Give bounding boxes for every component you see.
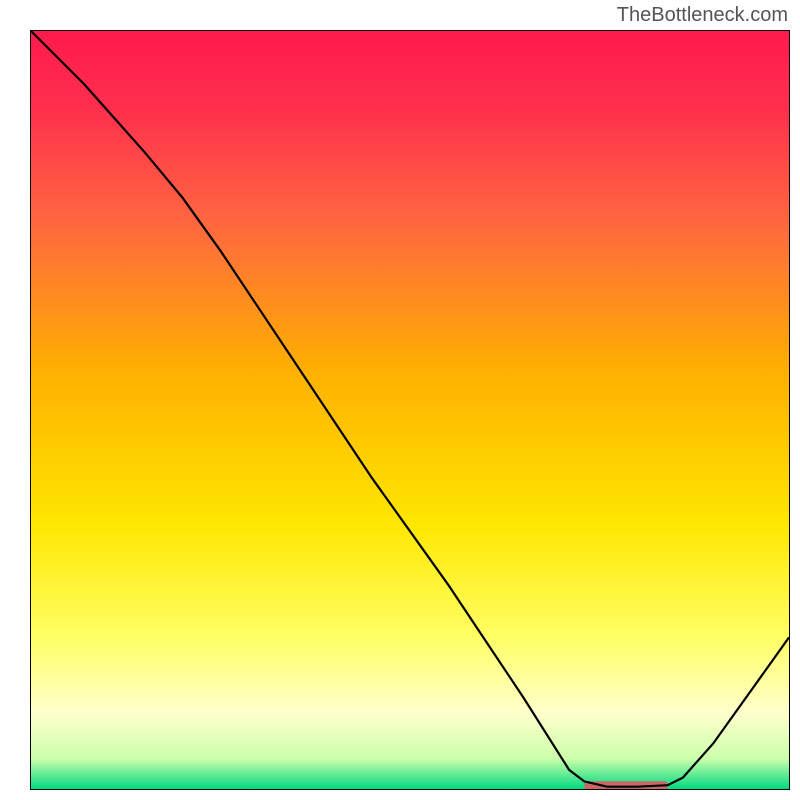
chart-area bbox=[30, 30, 790, 790]
watermark: TheBottleneck.com bbox=[617, 4, 788, 27]
chart-svg bbox=[31, 31, 789, 789]
gradient-background bbox=[31, 31, 789, 789]
